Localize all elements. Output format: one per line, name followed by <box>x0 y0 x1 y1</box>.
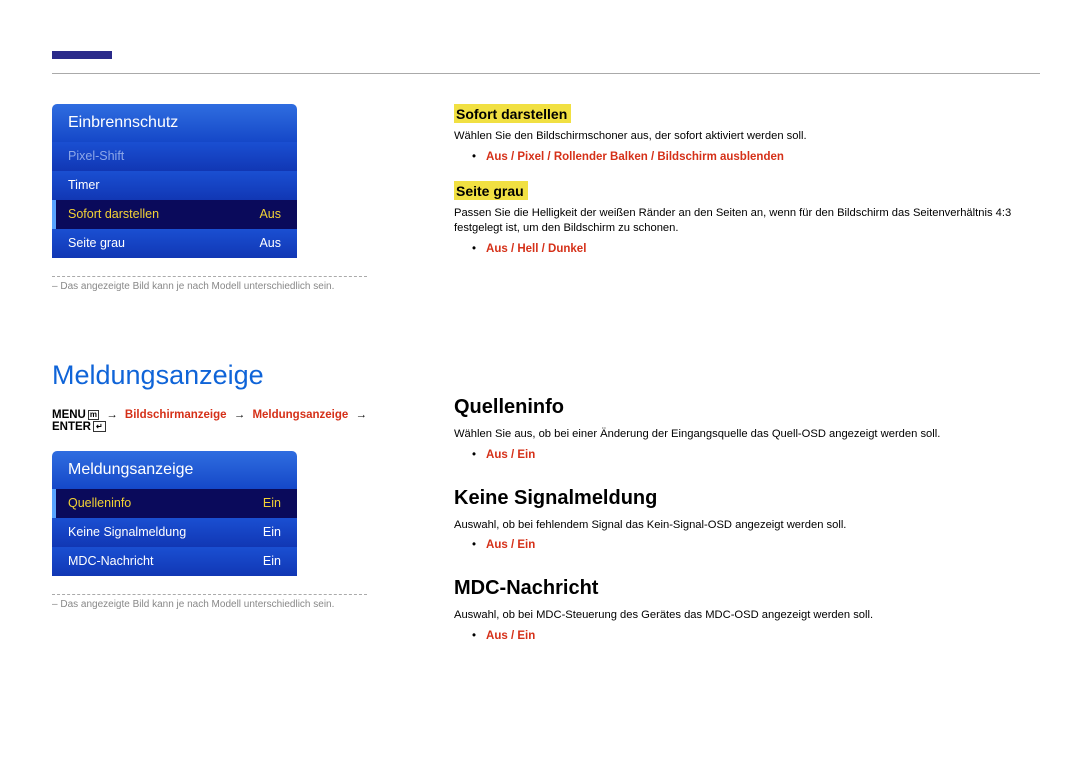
note-text: Das angezeigte Bild kann je nach Modell … <box>52 281 410 292</box>
desc-text: Wählen Sie den Bildschirmschoner aus, de… <box>454 129 1040 145</box>
option-value: Aus <box>486 630 508 642</box>
option-item: Aus / Ein <box>472 630 1040 642</box>
menu-path-crumb: Meldungsanzeige <box>252 409 348 421</box>
enter-icon: ↵ <box>93 421 106 432</box>
heading-seite-grau: Seite grau <box>454 181 528 200</box>
options-list: Aus / Ein <box>454 630 1040 642</box>
option-value: Aus <box>486 151 508 163</box>
option-item: Aus / Ein <box>472 539 1040 551</box>
osd-row[interactable]: Seite grau Aus <box>52 229 297 258</box>
osd-row-label: Timer <box>68 178 99 192</box>
divider <box>52 276 367 277</box>
option-value: Aus <box>486 449 508 461</box>
option-value: Aus <box>486 243 508 255</box>
desc-text: Auswahl, ob bei fehlendem Signal das Kei… <box>454 518 1040 534</box>
note-text: Das angezeigte Bild kann je nach Modell … <box>52 599 410 610</box>
menu-path-enter: ENTER <box>52 421 91 433</box>
option-item: Aus / Pixel / Rollender Balken / Bildsch… <box>472 151 1040 163</box>
heading-sofort-darstellen: Sofort darstellen <box>454 104 571 123</box>
section-heading-meldungsanzeige: Meldungsanzeige <box>52 360 410 391</box>
menu-icon: m <box>88 410 99 420</box>
osd-row-label: Quelleninfo <box>68 496 131 510</box>
option-item: Aus / Hell / Dunkel <box>472 243 1040 255</box>
options-list: Aus / Pixel / Rollender Balken / Bildsch… <box>454 151 1040 163</box>
desc-text: Auswahl, ob bei MDC-Steuerung des Geräte… <box>454 608 1040 624</box>
info-block: MDC-Nachricht Auswahl, ob bei MDC-Steueru… <box>454 577 1040 642</box>
header-accent <box>52 51 112 59</box>
desc-text: Wählen Sie aus, ob bei einer Änderung de… <box>454 427 1040 443</box>
osd-row-value: Aus <box>259 236 281 250</box>
heading-mdc-nachricht: MDC-Nachricht <box>454 577 1040 600</box>
heading-keine-signalmeldung: Keine Signalmeldung <box>454 487 1040 510</box>
info-block: Keine Signalmeldung Auswahl, ob bei fehle… <box>454 487 1040 552</box>
osd-row[interactable]: Keine Signalmeldung Ein <box>52 518 297 547</box>
heading-quelleninfo: Quelleninfo <box>454 396 1040 419</box>
osd-row-label: Pixel-Shift <box>68 149 124 163</box>
option-value: Ein <box>517 449 535 461</box>
osd-row-value: Ein <box>263 554 281 568</box>
menu-path-menu: MENU <box>52 409 86 421</box>
osd-menu-einbrennschutz: Einbrennschutz Pixel-Shift Timer Sofort da… <box>52 104 297 258</box>
options-list: Aus / Ein <box>454 449 1040 461</box>
osd-row[interactable]: Quelleninfo Ein <box>52 489 297 518</box>
options-list: Aus / Ein <box>454 539 1040 551</box>
option-value: Pixel <box>517 151 544 163</box>
osd-row[interactable]: Timer <box>52 171 297 200</box>
option-value: Ein <box>517 630 535 642</box>
option-value: Bildschirm ausblenden <box>657 151 784 163</box>
option-value: Aus <box>486 539 508 551</box>
option-value: Hell <box>517 243 538 255</box>
divider <box>52 594 367 595</box>
osd-row-label: Sofort darstellen <box>68 207 159 221</box>
osd-row-value: Ein <box>263 496 281 510</box>
osd-menu-meldungsanzeige: Meldungsanzeige QuelleninfoEinKeine Sign… <box>52 451 297 576</box>
option-value: Ein <box>517 539 535 551</box>
osd-row-value: Aus <box>259 207 281 221</box>
osd-title: Einbrennschutz <box>52 104 297 142</box>
right-column: Sofort darstellen Wählen Sie den Bildsch… <box>432 104 1040 668</box>
option-value: Rollender Balken <box>554 151 648 163</box>
osd-row-label: Seite grau <box>68 236 125 250</box>
desc-text: Passen Sie die Helligkeit der weißen Rän… <box>454 206 1040 237</box>
osd-row[interactable]: Sofort darstellen Aus <box>52 200 297 229</box>
osd-row[interactable]: MDC-Nachricht Ein <box>52 547 297 576</box>
info-block: Quelleninfo Wählen Sie aus, ob bei einer … <box>454 396 1040 461</box>
option-value: Dunkel <box>548 243 586 255</box>
osd-title: Meldungsanzeige <box>52 451 297 489</box>
osd-row-value: Ein <box>263 525 281 539</box>
osd-row-label: Keine Signalmeldung <box>68 525 186 539</box>
option-item: Aus / Ein <box>472 449 1040 461</box>
osd-row[interactable]: Pixel-Shift <box>52 142 297 171</box>
left-column: Einbrennschutz Pixel-Shift Timer Sofort da… <box>52 104 432 668</box>
options-list: Aus / Hell / Dunkel <box>454 243 1040 255</box>
menu-path-crumb: Bildschirmanzeige <box>125 409 227 421</box>
menu-path: MENUm → Bildschirmanzeige → Meldungsanze… <box>52 409 410 433</box>
header-rule <box>52 73 1040 74</box>
osd-row-label: MDC-Nachricht <box>68 554 153 568</box>
